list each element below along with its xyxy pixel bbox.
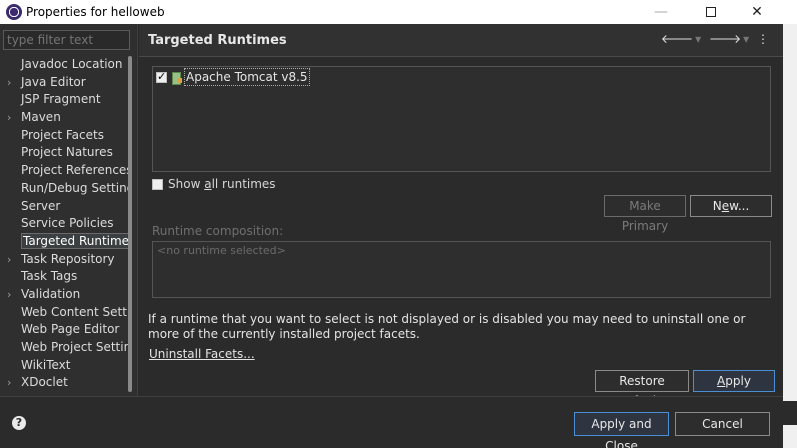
page-header: Targeted Runtimes 🡐▾ 🡒▾ ⋮: [139, 24, 783, 57]
sidebar-item-javadoc-location[interactable]: Javadoc Location: [0, 56, 128, 74]
eclipse-app-icon: [6, 4, 22, 20]
sidebar-scrollbar[interactable]: [128, 56, 132, 392]
maximize-button[interactable]: [688, 0, 734, 24]
header-nav-icons: 🡐▾ 🡒▾ ⋮: [661, 31, 771, 46]
sidebar-item-xdoclet[interactable]: › XDoclet: [0, 374, 128, 392]
runtime-composition-label: Runtime composition:: [152, 224, 284, 238]
sidebar-item-label: Service Policies: [21, 216, 114, 231]
minimize-button[interactable]: —: [638, 0, 684, 24]
expand-arrow-icon[interactable]: ›: [7, 374, 11, 392]
make-primary-button[interactable]: Make Primary: [604, 195, 686, 233]
sidebar-item-label: Web Content Settings: [21, 304, 128, 319]
sidebar-item-label: JSP Fragment: [21, 92, 101, 107]
maximize-icon: [706, 7, 716, 17]
show-all-checkbox[interactable]: [152, 178, 163, 190]
no-runtime-placeholder: <no runtime selected>: [157, 244, 286, 257]
forward-arrow-icon[interactable]: 🡒: [709, 32, 743, 46]
runtime-label: Apache Tomcat v8.5: [184, 68, 310, 86]
sidebar-item-label: Server: [21, 198, 61, 213]
apply-and-close-button[interactable]: Apply and Close: [574, 412, 669, 448]
new-runtime-button[interactable]: New...: [690, 195, 772, 217]
back-dropdown-icon[interactable]: ▾: [695, 32, 703, 46]
filter-input[interactable]: [3, 30, 130, 50]
expand-arrow-icon[interactable]: ›: [7, 286, 11, 304]
sidebar-item-task-tags[interactable]: Task Tags: [0, 268, 128, 286]
sidebar-item-label: Project Facets: [21, 127, 104, 142]
sidebar-item-targeted-runtimes[interactable]: Targeted Runtimes: [0, 232, 128, 251]
sidebar-item-web-content-settings[interactable]: Web Content Settings: [0, 304, 128, 322]
dialog-footer: ? Apply and Close Cancel: [0, 396, 783, 448]
expand-arrow-icon[interactable]: ›: [7, 74, 11, 92]
show-all-label: Show all runtimes: [168, 177, 276, 191]
info-message: If a runtime that you want to select is …: [148, 312, 746, 341]
minimize-icon: —: [654, 4, 668, 20]
back-arrow-icon[interactable]: 🡐: [661, 32, 695, 46]
sidebar-item-web-page-editor[interactable]: Web Page Editor: [0, 321, 128, 339]
window-title: Properties for helloweb: [26, 5, 165, 19]
window-edge: [783, 24, 797, 448]
view-menu-icon[interactable]: ⋮: [757, 32, 771, 46]
cancel-button[interactable]: Cancel: [675, 412, 770, 436]
sidebar-item-task-repository[interactable]: › Task Repository: [0, 251, 128, 269]
sidebar-item-jsp-fragment[interactable]: JSP Fragment: [0, 91, 128, 109]
sidebar-item-run-debug-settings[interactable]: Run/Debug Settings: [0, 180, 128, 198]
sidebar-item-label: Project Natures: [21, 145, 113, 160]
close-icon: ✕: [751, 4, 763, 20]
page-title: Targeted Runtimes: [148, 33, 287, 48]
runtime-row[interactable]: Apache Tomcat v8.5: [156, 68, 310, 86]
show-all-runtimes-option[interactable]: Show all runtimes: [152, 177, 276, 191]
sidebar-item-server[interactable]: Server: [0, 198, 128, 216]
sidebar-item-project-facets[interactable]: Project Facets: [0, 127, 128, 145]
sidebar-item-label: Web Page Editor: [21, 322, 120, 337]
sidebar-item-label: Web Project Settings: [21, 340, 128, 354]
expand-arrow-icon[interactable]: ›: [7, 251, 11, 269]
sidebar-item-wikitext[interactable]: WikiText: [0, 357, 128, 375]
window-title-bar: Properties for helloweb — ✕: [0, 0, 797, 24]
sidebar-item-label: Maven: [21, 110, 61, 125]
sidebar-item-java-editor[interactable]: › Java Editor: [0, 74, 128, 92]
help-icon[interactable]: ?: [12, 416, 26, 430]
sidebar-item-project-natures[interactable]: Project Natures: [0, 144, 128, 162]
forward-dropdown-icon[interactable]: ▾: [743, 32, 751, 46]
sidebar-item-web-project-settings[interactable]: Web Project Settings: [0, 339, 128, 357]
runtime-checkbox[interactable]: [156, 69, 167, 85]
sidebar-item-validation[interactable]: › Validation: [0, 286, 128, 304]
sidebar-item-label: Run/Debug Settings: [21, 180, 128, 195]
restore-defaults-button[interactable]: Restore Defaults: [595, 370, 689, 408]
sidebar-item-label: Targeted Runtimes: [21, 232, 128, 249]
sidebar-item-label: Task Tags: [21, 269, 78, 284]
runtime-composition-box: <no runtime selected>: [152, 241, 771, 298]
sidebar-item-label: Javadoc Location: [21, 57, 123, 71]
uninstall-facets-link[interactable]: Uninstall Facets...: [149, 347, 255, 361]
sidebar-item-service-policies[interactable]: Service Policies: [0, 215, 128, 233]
sidebar-item-label: Java Editor: [21, 74, 86, 89]
expand-arrow-icon[interactable]: ›: [7, 109, 11, 127]
close-button[interactable]: ✕: [734, 0, 780, 24]
main-pane: Targeted Runtimes 🡐▾ 🡒▾ ⋮ Apache Tomcat …: [139, 24, 783, 408]
runtime-list[interactable]: Apache Tomcat v8.5: [152, 66, 771, 172]
sidebar: Javadoc Location › Java Editor JSP Fragment…: [0, 24, 138, 396]
server-icon: [171, 71, 182, 85]
sidebar-item-maven[interactable]: › Maven: [0, 109, 128, 127]
apply-button[interactable]: Apply: [693, 370, 775, 392]
sidebar-item-label: XDoclet: [21, 375, 68, 390]
sidebar-item-label: Project References: [21, 163, 128, 178]
sidebar-item-label: WikiText: [21, 357, 71, 372]
sidebar-item-label: Task Repository: [21, 251, 115, 266]
properties-tree: Javadoc Location › Java Editor JSP Fragment…: [0, 56, 128, 392]
sidebar-item-project-references[interactable]: Project References: [0, 162, 128, 180]
sidebar-item-label: Validation: [21, 286, 81, 301]
